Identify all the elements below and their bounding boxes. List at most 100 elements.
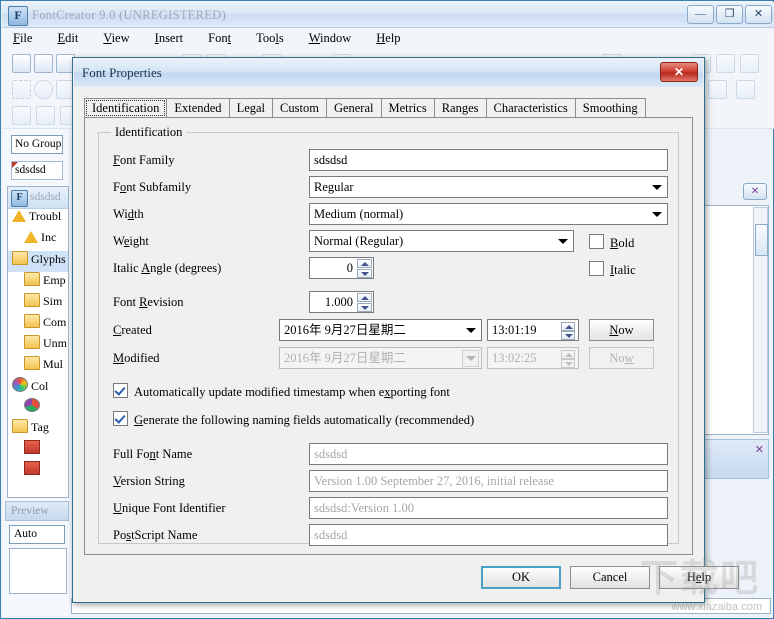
dialog-title-bar: Font Properties ✕ — [74, 59, 703, 87]
weight-combo[interactable]: Normal (Regular) — [309, 230, 574, 252]
tree-item[interactable] — [8, 461, 68, 482]
marquee-select-icon[interactable] — [12, 80, 31, 99]
width-value: Medium (normal) — [314, 207, 404, 221]
tree-item[interactable] — [8, 398, 68, 419]
glyph-tree-panel[interactable]: F sdsdsd Troubl Inc Glyphs Emp Sim Com Unm Mul C… — [7, 186, 69, 498]
chevron-down-icon — [558, 239, 568, 244]
tree-item[interactable]: Mul — [8, 356, 68, 377]
spinner-down-icon[interactable] — [357, 269, 372, 278]
tab-legal[interactable]: Legal — [228, 98, 274, 118]
menu-item-edit[interactable]: Edit — [46, 28, 89, 48]
lasso-icon[interactable] — [34, 80, 53, 99]
help-button[interactable]: Help — [659, 566, 739, 589]
menu-item-font[interactable]: Font — [197, 28, 242, 48]
font-family-input[interactable]: sdsdsd — [309, 149, 668, 171]
tab-label: Characteristics — [493, 101, 568, 115]
tree-item-label: Emp — [43, 273, 66, 287]
spinner-up-icon[interactable] — [357, 259, 372, 268]
right-panel-scrollbar[interactable] — [753, 207, 768, 433]
tab-general[interactable]: General — [325, 98, 382, 118]
spinner-down-icon[interactable] — [561, 331, 575, 340]
cancel-button[interactable]: Cancel — [570, 566, 650, 589]
menu-item-help[interactable]: Help — [365, 28, 411, 48]
tree-item[interactable]: Troubl — [8, 209, 68, 230]
scrollbar-thumb[interactable] — [755, 224, 768, 256]
tree-item-label: Com — [43, 315, 67, 329]
font-subfamily-combo[interactable]: Regular — [309, 176, 668, 198]
tab-label: General — [333, 101, 374, 115]
tab-identification[interactable]: Identification — [84, 98, 168, 118]
document-tab[interactable]: sdsdsd — [11, 161, 63, 180]
tree-item[interactable]: Glyphs — [8, 251, 68, 272]
italic-checkbox[interactable]: Italic — [589, 261, 636, 278]
font-properties-dialog: Font Properties ✕ Identification Extended… — [72, 57, 739, 603]
node-tool-icon[interactable] — [708, 80, 727, 99]
minimize-button[interactable]: — — [687, 5, 714, 24]
tree-item-label: Tag — [31, 420, 49, 434]
width-combo[interactable]: Medium (normal) — [309, 203, 668, 225]
tab-smoothing[interactable]: Smoothing — [574, 98, 646, 118]
toolbar-icon-h[interactable] — [740, 54, 759, 73]
ok-button[interactable]: OK — [481, 566, 561, 589]
folder-icon — [24, 356, 40, 370]
full-font-name-input: sdsdsd — [309, 443, 668, 465]
maximize-icon: ❐ — [724, 8, 735, 20]
new-file-icon[interactable] — [12, 54, 31, 73]
font-revision-spinner[interactable]: 1.000 — [309, 291, 374, 313]
created-date-picker[interactable]: 2016年 9月27日星期二 — [279, 319, 482, 341]
tab-characteristics[interactable]: Characteristics — [485, 98, 576, 118]
auto-update-timestamp-checkbox[interactable]: Automatically update modified timestamp … — [113, 383, 450, 400]
right-panel2-close-button[interactable]: ✕ — [755, 443, 764, 456]
folder-icon — [24, 272, 40, 286]
grid-tool-icon[interactable] — [736, 80, 755, 99]
open-folder-icon[interactable] — [34, 54, 53, 73]
flag-icon — [24, 440, 40, 454]
align-icon-b[interactable] — [36, 106, 55, 125]
created-time-spinner[interactable]: 13:01:19 — [487, 319, 579, 341]
tab-ranges[interactable]: Ranges — [433, 98, 487, 118]
row-font-family: Font Family sdsdsd — [99, 149, 678, 173]
grouping-combo[interactable]: No Grouping — [11, 135, 63, 154]
right-panel-close-button[interactable]: ✕ — [743, 183, 767, 200]
menu-item-window[interactable]: Window — [298, 28, 363, 48]
tab-custom[interactable]: Custom — [272, 98, 327, 118]
tree-title: sdsdsd — [30, 191, 61, 203]
italic-angle-spinner[interactable]: 0 — [309, 257, 374, 279]
close-button[interactable]: ✕ — [745, 5, 772, 24]
tree-item[interactable]: Col — [8, 377, 68, 398]
preview-mode-combo[interactable]: Auto — [9, 525, 65, 544]
tree-item[interactable]: Sim — [8, 293, 68, 314]
tree-item[interactable]: Com — [8, 314, 68, 335]
modified-time-value: 13:02:25 — [492, 351, 537, 365]
modified-date-value: 2016年 9月27日星期二 — [284, 351, 406, 365]
version-string-input: Version 1.00 September 27, 2016, initial… — [309, 470, 668, 492]
maximize-button[interactable]: ❐ — [716, 5, 743, 24]
created-now-button[interactable]: Now — [589, 319, 654, 341]
menu-bar: File Edit View Insert Font Tools Window … — [2, 28, 774, 51]
label-italic-angle: Italic Angle (degrees) — [113, 261, 222, 275]
tree-item[interactable]: Inc — [8, 230, 68, 251]
spinner-up-icon[interactable] — [561, 322, 575, 331]
row-width: Width Medium (normal) — [99, 203, 678, 227]
toolbar-icon-g[interactable] — [716, 54, 735, 73]
modified-now-button: Now — [589, 347, 654, 369]
spinner-up-icon[interactable] — [357, 293, 372, 302]
menu-item-insert[interactable]: Insert — [144, 28, 194, 48]
tree-item[interactable] — [8, 440, 68, 461]
tree-item-list: Troubl Inc Glyphs Emp Sim Com Unm Mul Col Tag — [8, 209, 68, 482]
tab-metrics[interactable]: Metrics — [380, 98, 435, 118]
spinner-down-icon[interactable] — [357, 303, 372, 312]
created-date-value: 2016年 9月27日星期二 — [284, 323, 406, 337]
tree-item[interactable]: Emp — [8, 272, 68, 293]
tab-extended[interactable]: Extended — [166, 98, 230, 118]
align-icon-a[interactable] — [12, 106, 31, 125]
generate-naming-fields-checkbox[interactable]: Generate the following naming fields aut… — [113, 411, 474, 428]
menu-item-tools[interactable]: Tools — [245, 28, 295, 48]
bold-checkbox[interactable]: Bold — [589, 234, 634, 251]
tree-item[interactable]: Unm — [8, 335, 68, 356]
dialog-close-button[interactable]: ✕ — [660, 62, 698, 82]
menu-item-file[interactable]: File — [2, 28, 43, 48]
tree-item[interactable]: Tag — [8, 419, 68, 440]
menu-item-view[interactable]: View — [92, 28, 140, 48]
generate-naming-label: Generate the following naming fields aut… — [134, 413, 475, 427]
